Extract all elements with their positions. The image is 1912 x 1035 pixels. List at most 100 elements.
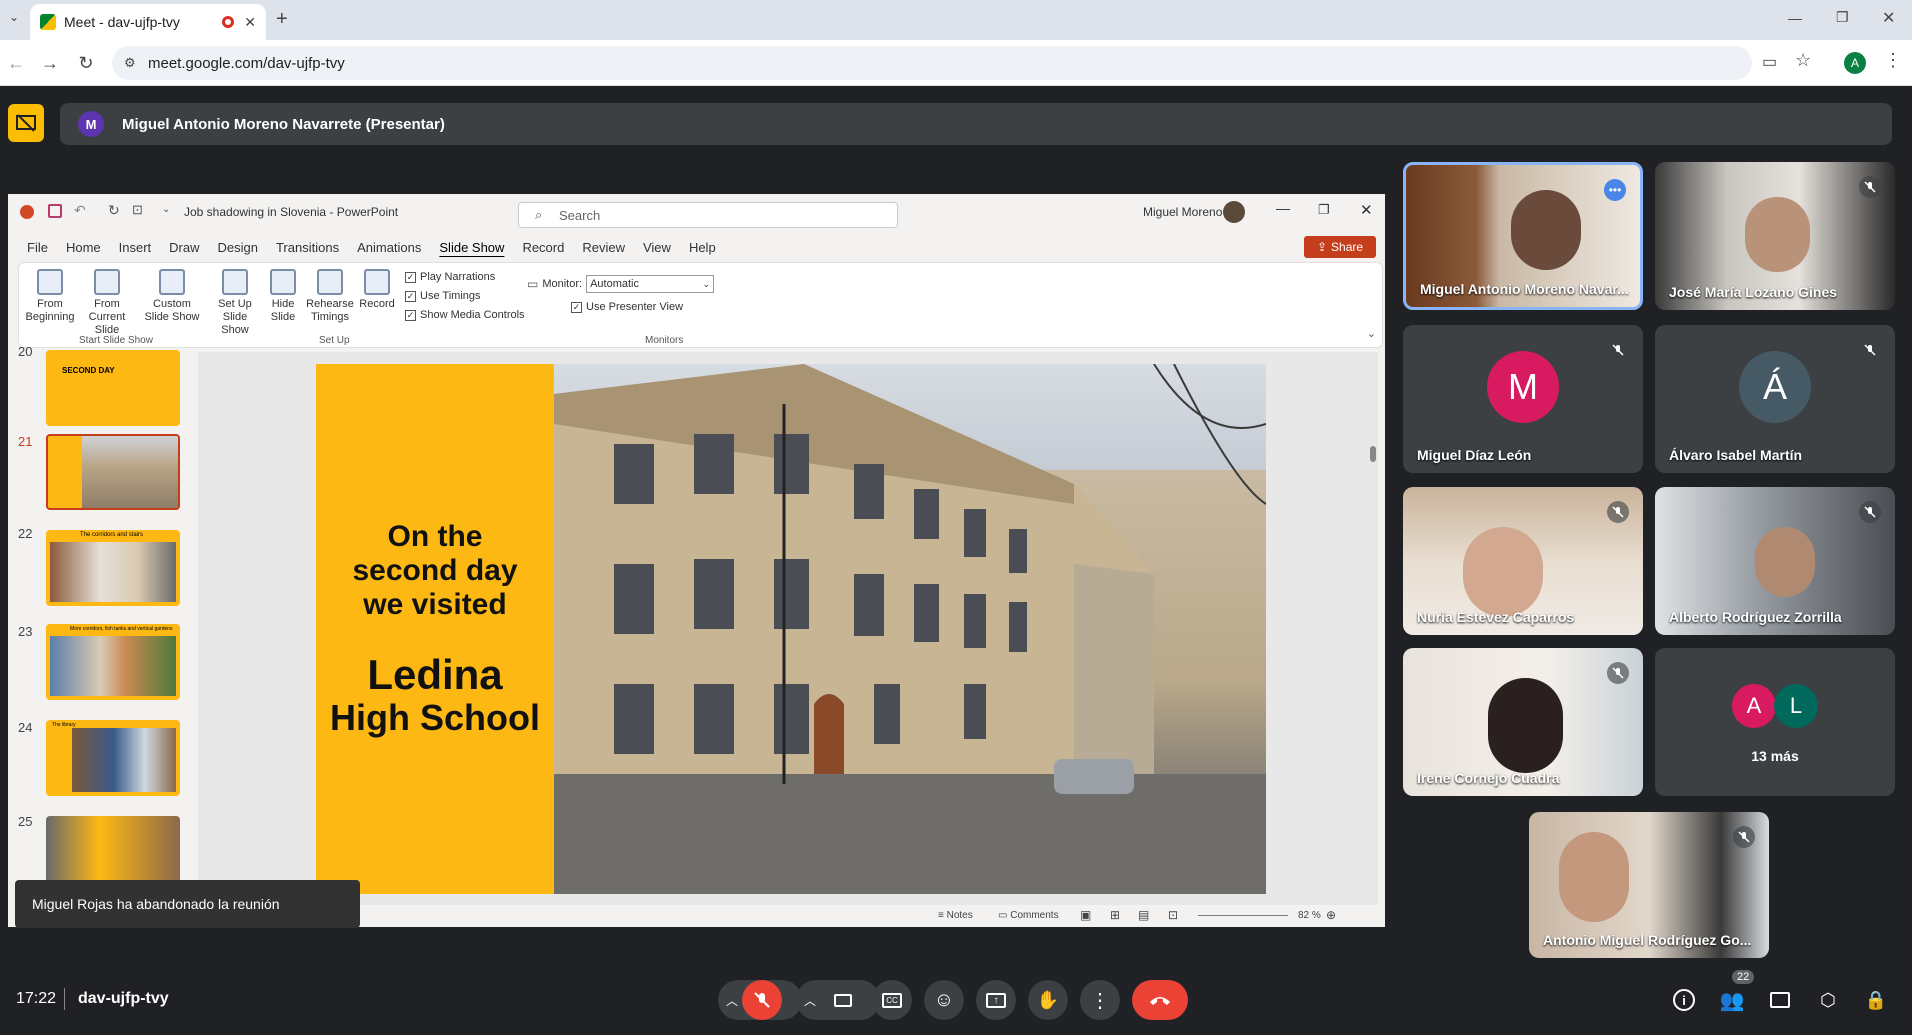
menu-view[interactable]: View	[634, 240, 680, 255]
browser-tab-meet[interactable]: Meet - dav-ujfp-tvy ✕	[30, 4, 266, 40]
mic-off-button[interactable]	[742, 980, 782, 1020]
site-info-icon[interactable]: ⚙	[124, 55, 136, 71]
ppt-search-box[interactable]: ⌕ Search	[518, 202, 898, 228]
menu-slide-show[interactable]: Slide Show	[430, 240, 513, 255]
hide-slide-button[interactable]: Hide Slide	[263, 269, 303, 324]
comments-button[interactable]: ▭ Comments	[998, 910, 1059, 921]
participant-tile[interactable]: Á Álvaro Isabel Martín	[1655, 325, 1895, 473]
qat-customize-icon[interactable]: ⌄	[162, 204, 170, 215]
address-bar[interactable]: ⚙ meet.google.com/dav-ujfp-tvy	[112, 46, 1752, 80]
participant-tile[interactable]: Nuria Estevez Caparros	[1403, 487, 1643, 635]
captions-button[interactable]: CC	[872, 980, 912, 1020]
new-tab-icon[interactable]: +	[276, 8, 288, 31]
play-narrations-checkbox[interactable]: ✓ Play Narrations	[405, 271, 495, 283]
slide-school-name: Ledina	[367, 651, 503, 698]
minimize-window-icon[interactable]: —	[1788, 10, 1802, 26]
menu-insert[interactable]: Insert	[110, 240, 161, 255]
menu-help[interactable]: Help	[680, 240, 725, 255]
custom-show-button[interactable]: Custom Slide Show	[141, 269, 203, 324]
slide-thumb-21-selected[interactable]	[46, 434, 180, 510]
profile-avatar[interactable]: A	[1844, 52, 1866, 74]
restore-window-icon[interactable]: ❐	[1836, 9, 1849, 26]
share-button[interactable]: ⇪ Share	[1304, 236, 1376, 258]
host-controls-button[interactable]: 🔒	[1860, 984, 1892, 1016]
use-timings-checkbox[interactable]: ✓ Use Timings	[405, 290, 481, 302]
leave-call-button[interactable]	[1132, 980, 1188, 1020]
normal-view-icon[interactable]: ▣	[1080, 908, 1091, 922]
redo-icon[interactable]: ↻	[108, 202, 120, 219]
more-options-icon[interactable]: •••	[1604, 179, 1626, 201]
back-icon[interactable]: ←	[2, 49, 30, 77]
save-icon[interactable]	[48, 204, 62, 218]
show-media-checkbox[interactable]: ✓ Show Media Controls	[405, 309, 525, 321]
rehearse-button[interactable]: Rehearse Timings	[305, 269, 355, 324]
menu-transitions[interactable]: Transitions	[267, 240, 348, 255]
reading-view-icon[interactable]: ▤	[1138, 908, 1149, 922]
monitor-dropdown[interactable]: Automatic ⌄	[586, 275, 715, 293]
record-button[interactable]: Record	[357, 269, 397, 311]
browser-menu-icon[interactable]: ⋮	[1884, 50, 1902, 71]
participant-tile[interactable]: M Miguel Díaz León	[1403, 325, 1643, 473]
participant-tile[interactable]: Alberto Rodríguez Zorrilla	[1655, 487, 1895, 635]
present-icon[interactable]: ⊡	[132, 202, 143, 218]
slide-thumb-22[interactable]: The corridors and stairs	[46, 530, 180, 606]
zoom-slider[interactable]	[1198, 915, 1288, 916]
participant-name: Irene Cornejo Cuadra	[1417, 770, 1560, 786]
ppt-minimize-icon[interactable]: —	[1276, 200, 1290, 216]
meeting-info-button[interactable]: i	[1668, 984, 1700, 1016]
monitor-select[interactable]: ▭ Monitor: Automatic ⌄	[527, 275, 715, 293]
ppt-close-icon[interactable]: ✕	[1360, 201, 1373, 219]
menu-home[interactable]: Home	[57, 240, 110, 255]
user-avatar[interactable]	[1223, 201, 1245, 223]
presentation-icon[interactable]	[8, 104, 44, 142]
more-options-button[interactable]: ⋮	[1080, 980, 1120, 1020]
menu-file[interactable]: File	[18, 240, 57, 255]
menu-record[interactable]: Record	[513, 240, 573, 255]
activities-button[interactable]: ⬡	[1812, 984, 1844, 1016]
self-view-tile[interactable]: Antonio Miguel Rodríguez Go...	[1529, 812, 1769, 958]
use-timings-label: Use Timings	[420, 290, 481, 302]
camera-in-use-icon[interactable]: ▭	[1762, 52, 1777, 72]
people-button[interactable]: 👥 22	[1716, 970, 1755, 1016]
reactions-button[interactable]: ☺	[924, 980, 964, 1020]
close-window-icon[interactable]: ✕	[1882, 8, 1895, 28]
more-participants-tile[interactable]: A L 13 más	[1655, 648, 1895, 796]
mic-off-icon	[1607, 339, 1629, 361]
menu-design[interactable]: Design	[209, 240, 267, 255]
participant-tile[interactable]: ••• Miguel Antonio Moreno Navar...	[1403, 162, 1643, 310]
present-button[interactable]: ↑	[976, 980, 1016, 1020]
slide-thumb-24[interactable]: The library	[46, 720, 180, 796]
collapse-ribbon-icon[interactable]: ⌄	[1367, 327, 1376, 340]
from-current-button[interactable]: From Current Slide	[77, 269, 137, 337]
chat-button[interactable]	[1764, 984, 1796, 1016]
menu-draw[interactable]: Draw	[160, 240, 208, 255]
close-tab-icon[interactable]: ✕	[244, 14, 256, 31]
presenter-view-label: Use Presenter View	[586, 301, 684, 313]
notes-button[interactable]: ≡ Notes	[938, 910, 973, 921]
forward-icon[interactable]: →	[36, 49, 64, 77]
slideshow-view-icon[interactable]: ⊡	[1168, 908, 1178, 922]
raise-hand-button[interactable]: ✋	[1028, 980, 1068, 1020]
canvas-scrollbar[interactable]	[1370, 446, 1376, 462]
bookmark-star-icon[interactable]: ☆	[1795, 50, 1811, 71]
sorter-view-icon[interactable]: ⊞	[1110, 908, 1120, 922]
tab-list-chevron-icon[interactable]: ⌄	[4, 10, 24, 30]
participant-tile[interactable]: José María Lozano Gines	[1655, 162, 1895, 310]
presenter-view-checkbox[interactable]: ✓ Use Presenter View	[571, 301, 683, 313]
from-beginning-button[interactable]: From Beginning	[25, 269, 75, 324]
presenter-banner: M Miguel Antonio Moreno Navarrete (Prese…	[60, 103, 1892, 145]
slide-school-subtitle: High School	[330, 697, 540, 738]
group-setup-label: Set Up	[319, 335, 350, 346]
end-call-icon	[1150, 997, 1170, 1005]
camera-options-button[interactable]: ︿	[796, 980, 880, 1020]
ppt-restore-icon[interactable]: ❐	[1318, 202, 1330, 218]
slide-thumb-23[interactable]: More corridors, fish tanks and vertical …	[46, 624, 180, 700]
fit-slide-icon[interactable]: ⊕	[1326, 908, 1336, 922]
reload-icon[interactable]: ↻	[72, 49, 100, 77]
setup-show-button[interactable]: Set Up Slide Show	[209, 269, 261, 337]
participant-tile[interactable]: Irene Cornejo Cuadra	[1403, 648, 1643, 796]
slide-thumb-20[interactable]: SECOND DAY	[46, 350, 180, 426]
menu-animations[interactable]: Animations	[348, 240, 430, 255]
undo-icon[interactable]: ↶	[74, 202, 86, 219]
menu-review[interactable]: Review	[573, 240, 634, 255]
